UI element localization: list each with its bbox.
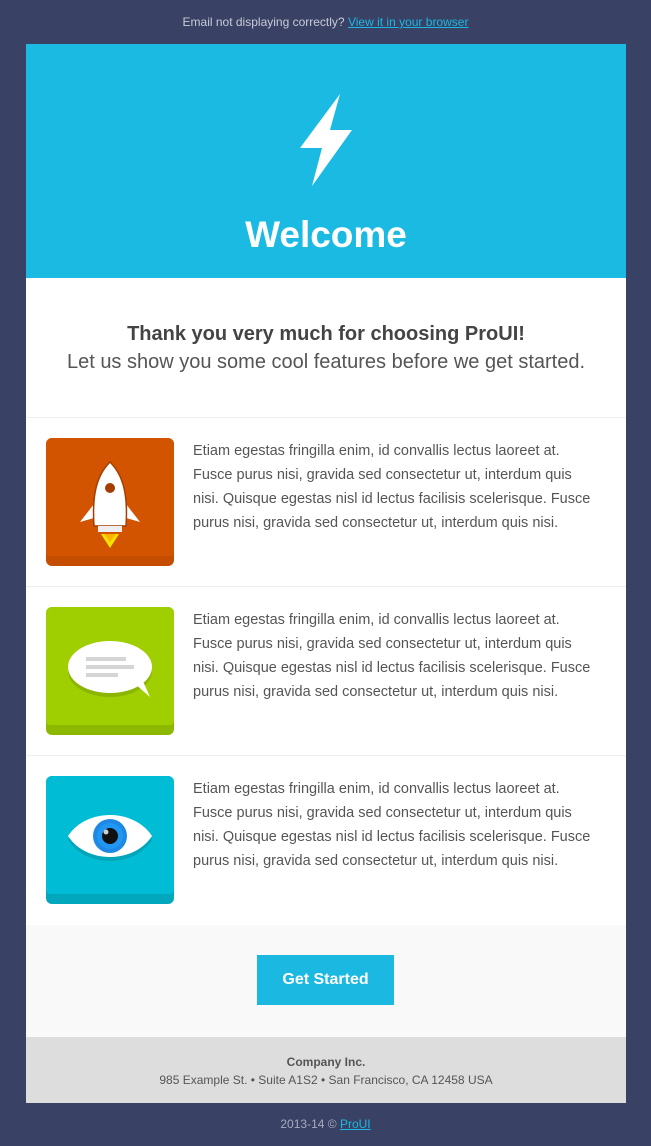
feature-text: Etiam egestas fringilla enim, id convall… bbox=[193, 781, 591, 869]
footer: 2013-14 © ProUI bbox=[0, 1102, 651, 1146]
feature-item: Etiam egestas fringilla enim, id convall… bbox=[26, 756, 626, 925]
browser-notice: Email not displaying correctly? View it … bbox=[0, 0, 651, 44]
get-started-button[interactable]: Get Started bbox=[257, 955, 394, 1005]
eye-icon bbox=[46, 776, 174, 904]
company-info: Company Inc. 985 Example St. • Suite A1S… bbox=[26, 1037, 626, 1103]
chat-tile bbox=[46, 607, 174, 735]
chat-bubble-icon bbox=[46, 607, 174, 735]
eye-tile bbox=[46, 776, 174, 904]
cta-section: Get Started bbox=[26, 925, 626, 1037]
welcome-title: Welcome bbox=[245, 214, 407, 255]
rocket-tile bbox=[46, 438, 174, 566]
view-in-browser-link[interactable]: View it in your browser bbox=[348, 15, 469, 29]
intro-subheading: Let us show you some cool features befor… bbox=[66, 351, 586, 373]
proui-link[interactable]: ProUI bbox=[340, 1117, 371, 1131]
company-address: 985 Example St. • Suite A1S2 • San Franc… bbox=[159, 1073, 493, 1087]
browser-notice-text: Email not displaying correctly? bbox=[182, 15, 345, 29]
feature-text: Etiam egestas fringilla enim, id convall… bbox=[193, 443, 591, 531]
lightning-bolt-icon bbox=[300, 94, 352, 186]
feature-item: Etiam egestas fringilla enim, id convall… bbox=[26, 587, 626, 756]
hero-banner: Welcome bbox=[26, 44, 626, 278]
feature-item: Etiam egestas fringilla enim, id convall… bbox=[26, 418, 626, 587]
email-container: Welcome Thank you very much for choosing… bbox=[26, 44, 626, 1103]
feature-text: Etiam egestas fringilla enim, id convall… bbox=[193, 612, 591, 700]
company-name: Company Inc. bbox=[286, 1055, 366, 1069]
intro-section: Thank you very much for choosing ProUI! … bbox=[26, 278, 626, 418]
intro-heading: Thank you very much for choosing ProUI! bbox=[127, 323, 525, 345]
rocket-icon bbox=[46, 438, 174, 566]
copyright-text: 2013-14 © bbox=[280, 1117, 337, 1131]
